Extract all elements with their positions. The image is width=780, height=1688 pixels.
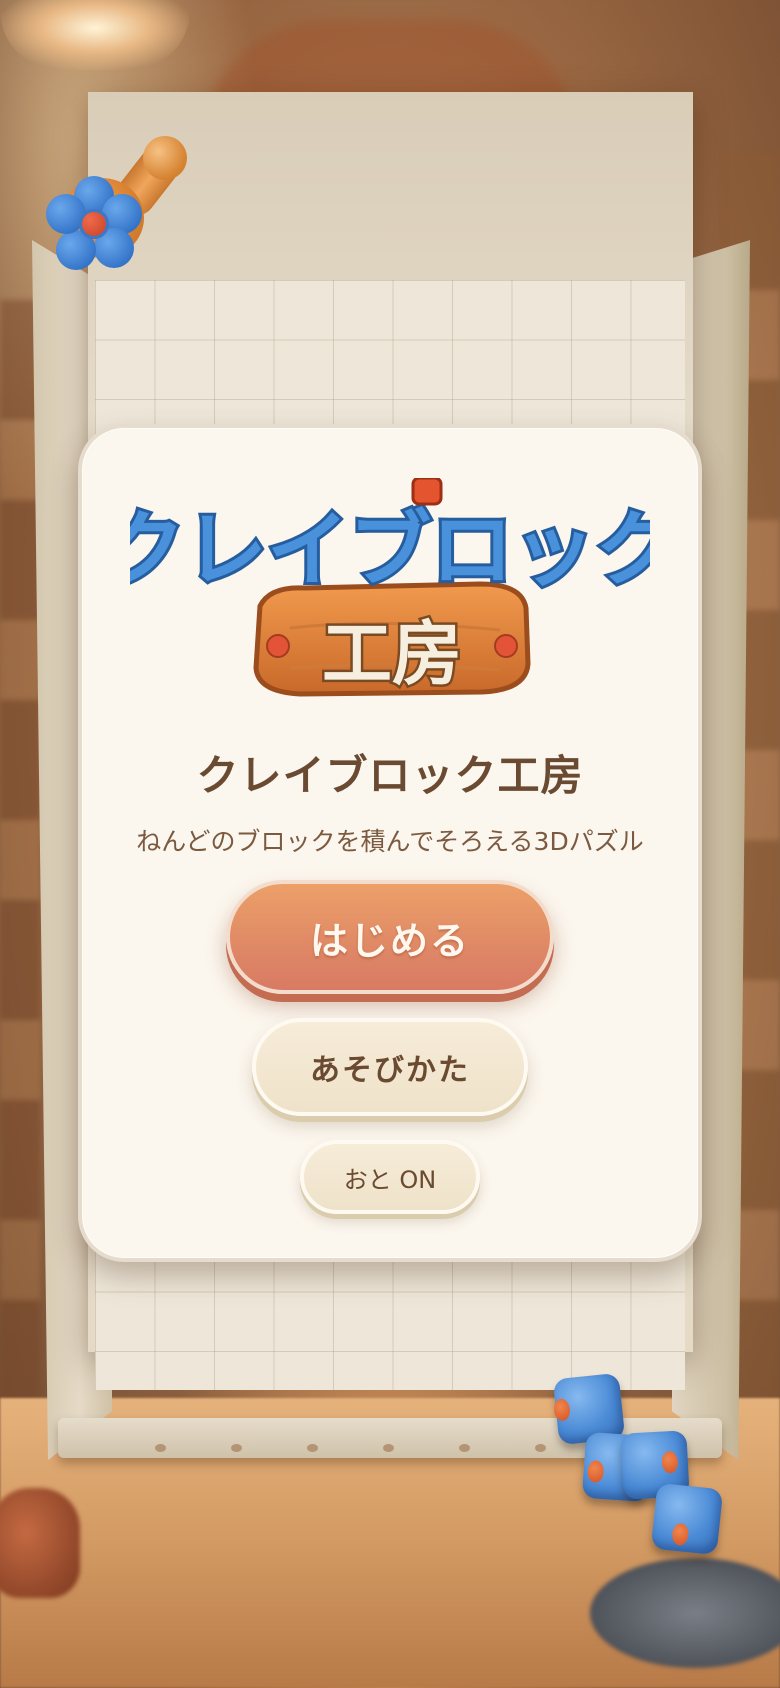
sound-toggle-button[interactable]: おと ON bbox=[300, 1140, 480, 1214]
rail-dot bbox=[307, 1444, 318, 1452]
logo-accent-block bbox=[411, 478, 443, 506]
ceiling-lamp bbox=[0, 0, 190, 70]
sound-toggle-label: おと ON bbox=[343, 1165, 437, 1194]
logo-rivet-right bbox=[494, 634, 518, 658]
logo-text-line2: 工房 bbox=[322, 613, 462, 695]
start-button-label: はじめる bbox=[309, 918, 470, 963]
clay-pot bbox=[0, 1488, 80, 1598]
rail-dot bbox=[383, 1444, 394, 1452]
start-button[interactable]: はじめる bbox=[226, 880, 554, 994]
logo-text-line1: クレイブロック bbox=[130, 503, 650, 598]
rail-dot bbox=[535, 1444, 546, 1452]
rail-dot bbox=[155, 1444, 166, 1452]
game-subtitle: ねんどのブロックを積んでそろえる3Dパズル bbox=[136, 827, 644, 856]
background-shelf-left bbox=[0, 300, 40, 1400]
rail-dot bbox=[459, 1444, 470, 1452]
how-to-play-button-label: あそびかた bbox=[310, 1053, 470, 1088]
game-logo: クレイブロック 工房 bbox=[130, 478, 650, 698]
game-title: クレイブロック工房 bbox=[196, 751, 584, 800]
rail-dot bbox=[231, 1444, 242, 1452]
logo-rivet-left bbox=[266, 634, 290, 658]
how-to-play-button[interactable]: あそびかた bbox=[252, 1018, 528, 1116]
